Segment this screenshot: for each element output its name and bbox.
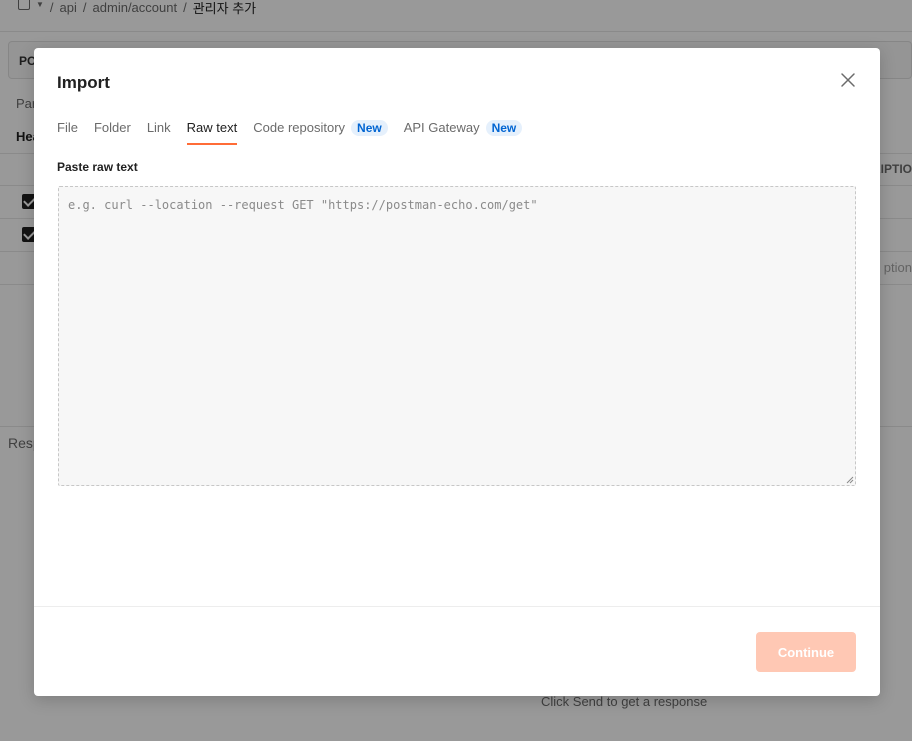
tab-raw-text[interactable]: Raw text (186, 119, 238, 145)
modal-title: Import (57, 73, 110, 92)
new-badge: New (485, 120, 523, 136)
tab-folder[interactable]: Folder (94, 119, 131, 145)
tab-link[interactable]: Link (147, 119, 171, 145)
tab-label: Folder (93, 120, 131, 135)
raw-text-label: Paste raw text (57, 160, 138, 174)
new-badge: New (351, 120, 388, 136)
tab-file[interactable]: File (57, 119, 78, 145)
tab-label: API Gateway (403, 120, 480, 135)
import-tabs: File Folder Link Raw text Code repositor… (57, 119, 523, 145)
continue-button[interactable]: Continue (756, 632, 856, 672)
tab-label: Code repository (253, 120, 346, 135)
tab-label: Raw text (186, 120, 238, 135)
tab-code-repository[interactable]: Code repository New (253, 119, 388, 145)
resize-grip-icon[interactable] (844, 474, 854, 484)
close-icon (841, 73, 855, 87)
raw-text-input[interactable] (58, 186, 856, 486)
tab-api-gateway[interactable]: API Gateway New (404, 119, 523, 145)
close-button[interactable] (838, 70, 858, 90)
tab-label: File (57, 120, 78, 135)
tab-label: Link (146, 120, 171, 135)
import-modal: Import File Folder Link Raw text Code re… (34, 48, 880, 696)
modal-footer-divider (34, 606, 880, 607)
